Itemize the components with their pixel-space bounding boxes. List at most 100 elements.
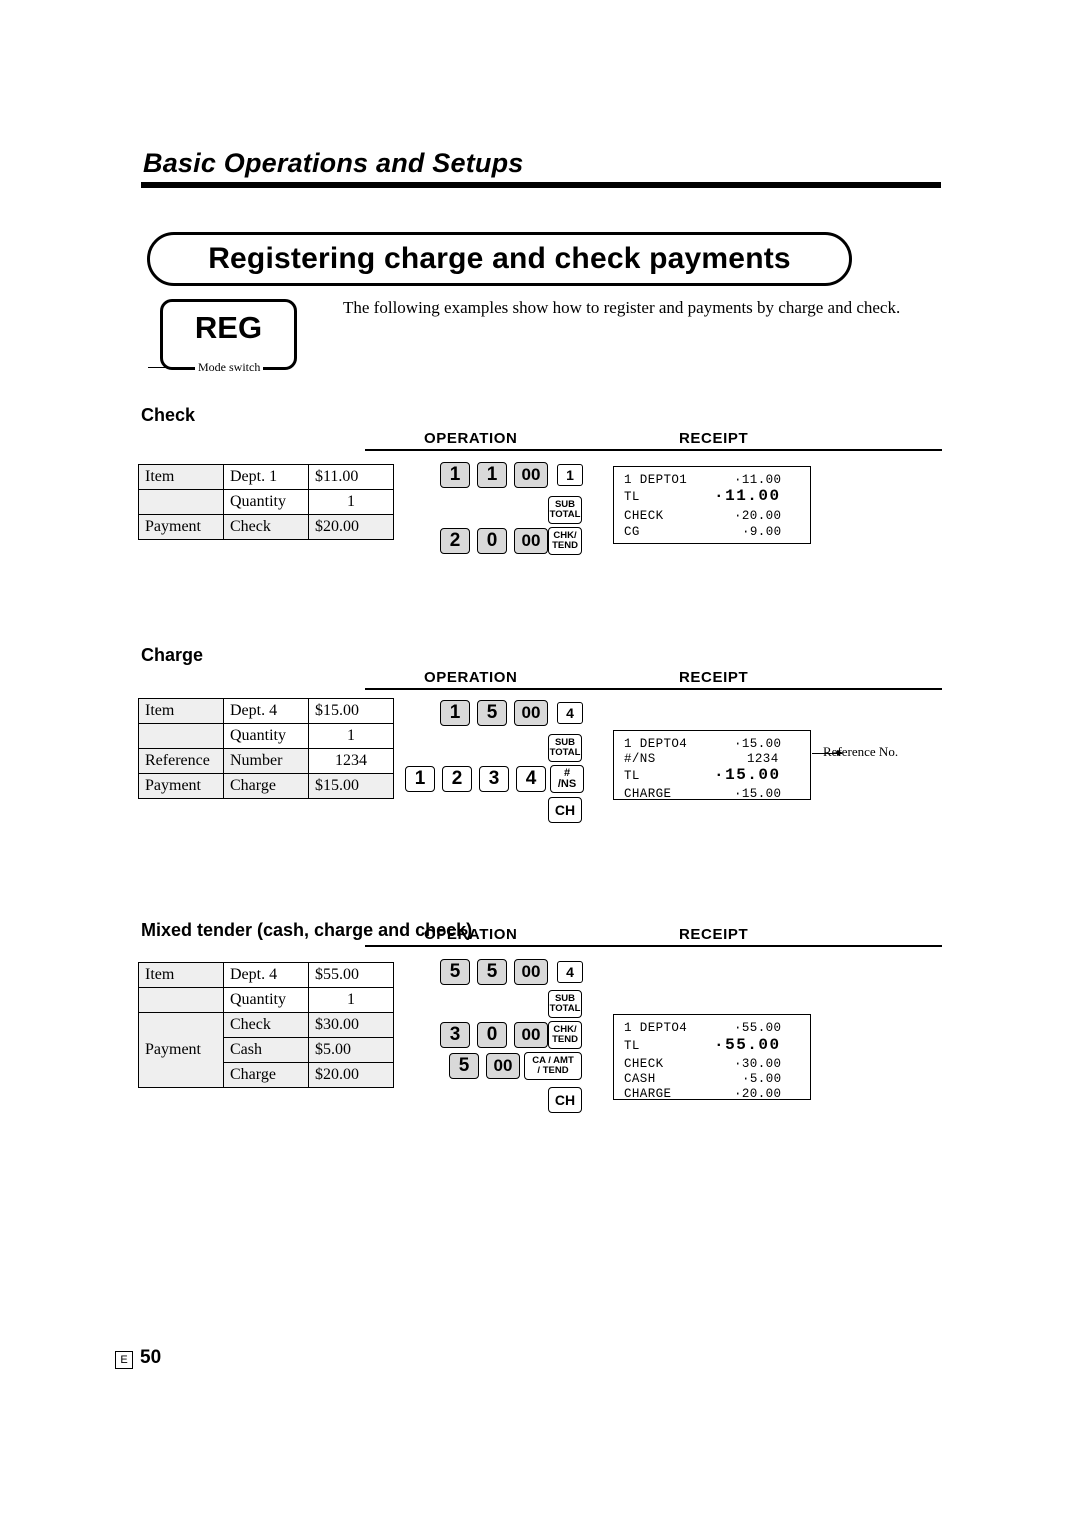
key-chk-tend[interactable]: CHK/ TEND [548, 1021, 582, 1049]
key-2[interactable]: 2 [442, 766, 472, 792]
key-5[interactable]: 5 [477, 700, 507, 726]
key-00[interactable]: 00 [514, 1022, 548, 1048]
table-row: Quantity 1 [138, 489, 394, 515]
mode-switch-label: REG [194, 310, 263, 345]
table-row: Item Dept. 4 $55.00 [138, 962, 394, 988]
receipt-line-right: ·11.00 [734, 473, 782, 487]
cell-val: 1 [308, 723, 394, 749]
section-title-charge: Charge [141, 645, 204, 665]
cell-mid: Check [223, 1012, 309, 1038]
key-subtotal[interactable]: SUB TOTAL [548, 496, 582, 524]
receipt-line-left: CHECK [624, 1057, 664, 1071]
col-header-rule-charge [365, 688, 942, 690]
key-chk-tend-line2: TEND [552, 1034, 578, 1045]
table-row: Payment Charge $15.00 [138, 773, 394, 799]
key-ca-amt-tend[interactable]: CA / AMT / TEND [524, 1052, 582, 1080]
key-5[interactable]: 5 [440, 959, 470, 985]
receipt-line-left: 1 DEPTO1 [624, 473, 688, 487]
cell-mid: Dept. 4 [223, 962, 309, 988]
receipt-line-left: 1 DEPTO4 [624, 1021, 688, 1035]
mode-switch-caption: Mode switch [195, 360, 264, 375]
key-dept-4[interactable]: 4 [557, 961, 583, 983]
receipt-line-right: ·9.00 [742, 525, 782, 539]
col-header-receipt-check: RECEIPT [679, 430, 749, 447]
cell-mid: Charge [223, 1062, 309, 1088]
receipt-line-left: 1 DEPTO4 [624, 737, 688, 751]
key-1[interactable]: 1 [440, 462, 470, 488]
table-row: Payment Check $30.00 [138, 1012, 394, 1088]
key-00[interactable]: 00 [514, 528, 548, 554]
key-0[interactable]: 0 [477, 528, 507, 554]
cell-label: Payment [138, 1012, 224, 1088]
key-hash-ns[interactable]: # /NS [550, 765, 584, 793]
key-5[interactable]: 5 [477, 959, 507, 985]
key-ch[interactable]: CH [548, 797, 582, 823]
receipt-mixed: 1 DEPTO4 ·55.00 TL ·55.00 CHECK ·30.00 C… [613, 1014, 811, 1101]
cell-mid: Number [223, 748, 309, 774]
receipt-line-left: TL [624, 1039, 640, 1053]
section-title-mixed: Mixed tender (cash, charge and check) [141, 920, 473, 940]
key-00[interactable]: 00 [514, 700, 548, 726]
footer-page-number: 50 [140, 1347, 162, 1368]
table-row: Item Dept. 4 $15.00 [138, 698, 394, 724]
key-dept-1[interactable]: 1 [557, 464, 583, 486]
key-1[interactable]: 1 [405, 766, 435, 792]
receipt-line-left: CHECK [624, 509, 664, 523]
key-subtotal-line2: TOTAL [549, 509, 581, 520]
cell-val: $20.00 [308, 1062, 394, 1088]
receipt-line-left: CASH [624, 1072, 656, 1086]
cell-label: Item [138, 962, 224, 988]
cell-mid: Charge [223, 773, 309, 799]
receipt-line-right: ·55.00 [714, 1036, 781, 1054]
receipt-line-right: ·20.00 [734, 1087, 782, 1101]
key-3[interactable]: 3 [440, 1022, 470, 1048]
receipt-line-right: ·15.00 [714, 766, 781, 784]
reference-no-note: Reference No. [823, 744, 899, 759]
params-table-mixed: Item Dept. 4 $55.00 Quantity 1 Payment C… [138, 962, 394, 1088]
params-table-charge: Item Dept. 4 $15.00 Quantity 1 Reference… [138, 698, 394, 799]
table-row: Reference Number 1234 [138, 748, 394, 774]
key-2[interactable]: 2 [440, 528, 470, 554]
cell-label: Item [138, 464, 224, 490]
receipt-line-left: CHARGE [624, 1087, 672, 1101]
key-4[interactable]: 4 [516, 766, 546, 792]
page-title-banner: Registering charge and check payments [147, 232, 852, 286]
col-header-operation-mixed: OPERATION [424, 926, 518, 943]
key-ch[interactable]: CH [548, 1087, 582, 1113]
col-header-rule-mixed [365, 945, 942, 947]
key-1[interactable]: 1 [440, 700, 470, 726]
receipt-check: 1 DEPTO1 ·11.00 TL ·11.00 CHECK ·20.00 C… [613, 466, 811, 544]
receipt-line-right: ·30.00 [734, 1057, 782, 1071]
cell-val: 1 [308, 489, 394, 515]
cell-mid: Dept. 1 [223, 464, 309, 490]
col-header-rule-check [365, 449, 942, 451]
receipt-line-right: ·55.00 [734, 1021, 782, 1035]
key-subtotal[interactable]: SUB TOTAL [548, 990, 582, 1018]
cell-val: $55.00 [308, 962, 394, 988]
key-1[interactable]: 1 [477, 462, 507, 488]
cell-val: $15.00 [308, 698, 394, 724]
key-3[interactable]: 3 [479, 766, 509, 792]
cell-mid: Dept. 4 [223, 698, 309, 724]
params-table-check: Item Dept. 1 $11.00 Quantity 1 Payment C… [138, 464, 394, 540]
key-subtotal[interactable]: SUB TOTAL [548, 734, 582, 762]
cell-val: 1234 [308, 748, 394, 774]
receipt-line-left: #/NS [624, 752, 656, 766]
key-dept-4[interactable]: 4 [557, 702, 583, 724]
key-hash-ns-line2: /NS [557, 778, 577, 790]
key-00[interactable]: 00 [514, 959, 548, 985]
table-row: Item Dept. 1 $11.00 [138, 464, 394, 490]
key-00[interactable]: 00 [486, 1053, 520, 1079]
table-row: Payment Check $20.00 [138, 514, 394, 540]
receipt-line-right: ·5.00 [742, 1072, 782, 1086]
cell-val: 1 [308, 987, 394, 1013]
key-5[interactable]: 5 [449, 1053, 479, 1079]
key-0[interactable]: 0 [477, 1022, 507, 1048]
key-00[interactable]: 00 [514, 462, 548, 488]
heading-rule [141, 182, 941, 188]
mode-switch-leader [148, 367, 198, 368]
key-chk-tend[interactable]: CHK/ TEND [548, 527, 582, 555]
col-header-operation-charge: OPERATION [424, 669, 518, 686]
cell-mid: Check [223, 514, 309, 540]
receipt-charge: 1 DEPTO4 ·15.00 #/NS 1234 TL ·15.00 CHAR… [613, 730, 811, 801]
